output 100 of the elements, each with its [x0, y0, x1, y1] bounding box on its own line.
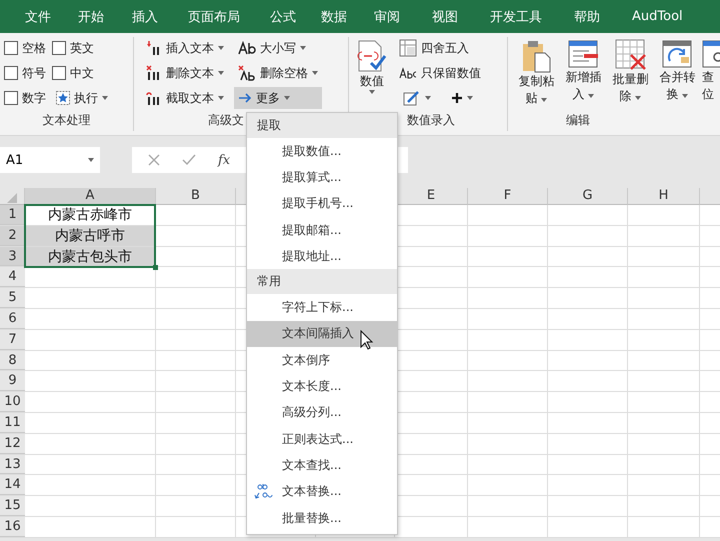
caret-icon	[467, 96, 473, 100]
letter-case-icon	[238, 41, 256, 55]
menu-tab[interactable]: AudTool	[616, 9, 699, 24]
menu-section-title: 常用	[247, 269, 397, 294]
select-all-corner[interactable]	[0, 188, 25, 205]
ribbon-button[interactable]: 批量删 除	[608, 37, 653, 112]
menu-tab[interactable]: 开始	[64, 8, 118, 26]
star-icon	[56, 91, 70, 105]
ribbon-button[interactable]: 新增插 入	[561, 37, 606, 112]
row-header[interactable]: 3	[0, 246, 25, 266]
row-header[interactable]: 4	[0, 267, 25, 288]
corner-triangle-icon[interactable]	[7, 193, 17, 203]
delete-text-icon	[146, 65, 162, 81]
menu-item[interactable]: 提取数值...	[247, 138, 397, 164]
checkbox[interactable]: 数字	[4, 87, 46, 109]
menu-item[interactable]: 字符上下标...	[247, 294, 397, 321]
column-header[interactable]: F	[468, 188, 548, 205]
ribbon-button[interactable]: 截取文本	[142, 87, 228, 109]
clipboard-icon	[520, 39, 552, 73]
column-header[interactable]: A	[25, 188, 156, 205]
row-header[interactable]: 2	[0, 226, 25, 246]
fill-handle[interactable]	[153, 265, 158, 270]
ribbon-button[interactable]: 插入文本	[142, 37, 228, 59]
caret-icon	[218, 46, 224, 50]
checkbox[interactable]: 英文	[52, 37, 112, 59]
column-header[interactable]: H	[628, 188, 700, 205]
menu-item[interactable]: 提取邮箱...	[247, 216, 397, 244]
column-header[interactable]: E	[395, 188, 468, 205]
menu-item[interactable]: 文本间隔插入	[247, 320, 397, 348]
menu-item[interactable]: 批量替换...	[247, 504, 397, 532]
checkbox[interactable]: 中文	[52, 62, 112, 84]
row-header[interactable]: 16	[0, 516, 25, 537]
menu-item[interactable]: 文本替换...	[247, 478, 397, 505]
function-button[interactable]: fx	[218, 152, 230, 168]
menu-item[interactable]: 文本查找...	[247, 452, 397, 479]
column-header[interactable]: B	[156, 188, 236, 205]
column-header[interactable]: G	[548, 188, 628, 205]
menu-tab[interactable]: 视图	[416, 8, 474, 26]
caret-icon	[635, 96, 642, 100]
checkbox[interactable]: 空格	[4, 37, 46, 59]
group-label: 文本处理	[42, 112, 90, 129]
ribbon-button[interactable]: 查 位	[702, 37, 720, 112]
ribbon-button[interactable]: 删除文本	[142, 62, 228, 84]
ribbon-button[interactable]: 四舍五入	[395, 37, 485, 59]
menu-item[interactable]: 文本倒序	[247, 347, 397, 374]
row-header[interactable]: 7	[0, 330, 25, 350]
row-header[interactable]: 10	[0, 392, 25, 412]
menu-tab[interactable]: 审阅	[358, 8, 416, 26]
abc-icon	[399, 67, 417, 79]
number-button[interactable]: 数值	[353, 37, 391, 112]
row-header[interactable]: 14	[0, 475, 25, 496]
table-percent-icon	[399, 39, 417, 57]
row-header[interactable]: 15	[0, 496, 25, 516]
menu-tab[interactable]: 插入	[118, 8, 172, 26]
menu-tab[interactable]: 页面布局	[172, 8, 256, 26]
menu-item[interactable]: 文本长度...	[247, 373, 397, 400]
row-header[interactable]: 6	[0, 308, 25, 329]
menu-item[interactable]: 正则表达式...	[247, 426, 397, 452]
caret-icon	[218, 71, 224, 75]
table-cell: 内蒙古包头市	[25, 246, 156, 266]
menu-tab[interactable]: 公式	[256, 8, 310, 26]
row-header[interactable]: 5	[0, 288, 25, 308]
ribbon-button[interactable]: 只保留数值	[395, 62, 485, 84]
menu-item[interactable]: 提取手机号...	[247, 190, 397, 217]
menu-section-title: 提取	[247, 113, 397, 138]
caret-icon	[541, 98, 548, 102]
row-header[interactable]: 1	[0, 205, 25, 225]
ribbon-button[interactable]: 大小写	[234, 37, 322, 59]
row-header[interactable]: 11	[0, 412, 25, 433]
menu-tab[interactable]: 文件	[12, 8, 64, 26]
checkbox[interactable]: 符号	[4, 62, 46, 84]
delete-space-icon	[238, 65, 256, 81]
row-header[interactable]: 9	[0, 371, 25, 392]
caret-icon	[369, 90, 375, 94]
ribbon-button[interactable]: 复制粘 贴	[514, 37, 559, 112]
replace-icon	[254, 484, 274, 500]
row-header[interactable]: 13	[0, 454, 25, 474]
table-cell: 内蒙古呼市	[25, 226, 156, 246]
row-header[interactable]: 12	[0, 434, 25, 454]
caret-icon	[425, 96, 431, 100]
enter-icon[interactable]	[182, 154, 196, 166]
insert-text-icon	[146, 40, 162, 56]
name-box[interactable]: A1	[0, 147, 100, 173]
menu-tab[interactable]: 开发工具	[474, 8, 558, 26]
cancel-icon[interactable]	[148, 154, 160, 166]
menu-item[interactable]: 高级分列...	[247, 400, 397, 426]
menu-item[interactable]: 提取算式...	[247, 164, 397, 191]
group-label: 数值录入	[407, 112, 455, 129]
cut-text-icon	[146, 90, 162, 106]
caret-icon	[312, 71, 318, 75]
menu-item[interactable]: 提取地址...	[247, 243, 397, 270]
ribbon-button[interactable]: 合并转 换	[655, 37, 700, 112]
row-header[interactable]: 8	[0, 350, 25, 370]
menu-tab[interactable]: 帮助	[558, 8, 616, 26]
ribbon-button[interactable]: 删除空格	[234, 62, 322, 84]
pencil-table-icon	[403, 90, 421, 106]
ribbon-button[interactable]: 更多	[234, 87, 322, 109]
menu-tab[interactable]: 数据	[310, 8, 358, 26]
run-button[interactable]: 执行	[52, 87, 112, 109]
caret-icon	[88, 158, 94, 162]
